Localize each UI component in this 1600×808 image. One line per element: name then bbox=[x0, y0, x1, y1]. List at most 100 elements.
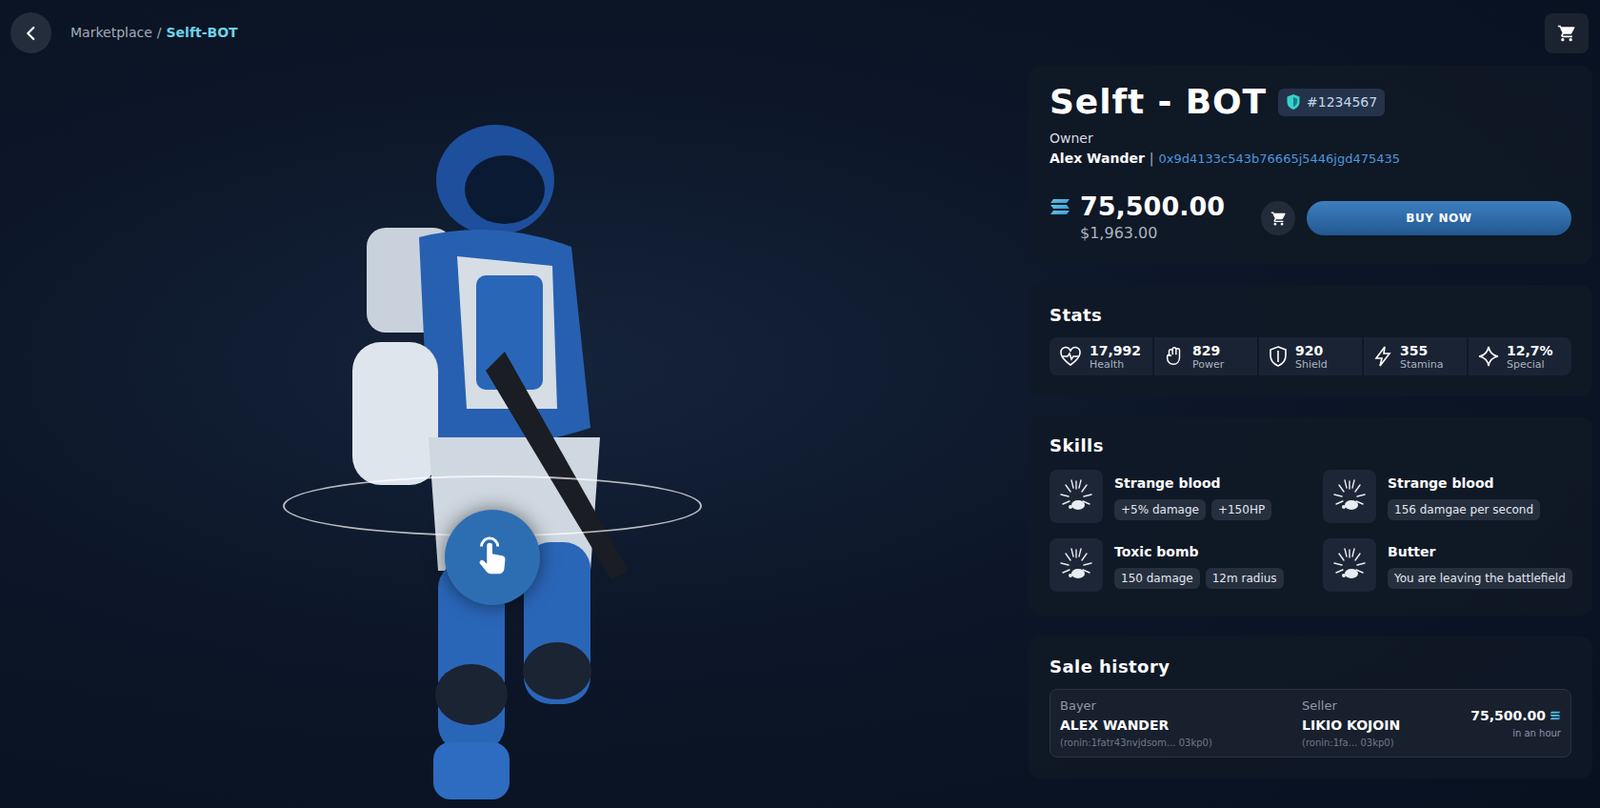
breadcrumb-link[interactable]: Marketplace bbox=[70, 22, 153, 43]
stat-value: 17,992 bbox=[1089, 343, 1141, 358]
back-button[interactable] bbox=[22, 24, 40, 42]
owner-row: Alex Wander|0x9d4133c543b76665j5446jgd47… bbox=[1049, 148, 1572, 169]
skill-tag: +5% damage bbox=[1114, 499, 1206, 520]
skill-burst-icon bbox=[1322, 469, 1377, 523]
owner-name[interactable]: Alex Wander bbox=[1049, 148, 1145, 169]
sale-row: BayerALEX WANDER(ronin:1fatr43nvjdsom...… bbox=[1049, 688, 1572, 758]
skill-tag: 12m radius bbox=[1205, 567, 1284, 589]
stat-special-icon bbox=[1478, 345, 1500, 367]
item-title: Selft - BOT bbox=[1049, 80, 1267, 123]
skill-burst-icon bbox=[1057, 545, 1096, 584]
sale-history-card: Sale history BayerALEX WANDER(ronin:1fatr… bbox=[1028, 636, 1593, 779]
skill-tags: 156 damgae per second bbox=[1387, 499, 1540, 520]
skills-card: SkillsStrange blood+5% damage+150HPStran… bbox=[1028, 417, 1593, 616]
buyer-cell: BayerALEX WANDER(ronin:1fatr43nvjdsom...… bbox=[1060, 696, 1302, 750]
character-figure-icon bbox=[314, 122, 667, 808]
character-figure-icon bbox=[314, 122, 667, 808]
add-to-cart-icon[interactable] bbox=[1270, 210, 1287, 227]
skill-item[interactable]: Butter You are leaving the battlefield bbox=[1322, 538, 1572, 592]
stat-value: 829 bbox=[1192, 343, 1224, 358]
stats-title: Stats bbox=[1049, 301, 1572, 328]
skill-item[interactable]: Toxic bomb 150 damage12m radius bbox=[1049, 538, 1299, 592]
touch-rotate-icon[interactable] bbox=[470, 535, 515, 580]
skill-name: Butter bbox=[1387, 541, 1572, 562]
buyer-label: Bayer bbox=[1060, 696, 1302, 716]
stat-label: Shield bbox=[1295, 359, 1328, 370]
stat-stamina-icon bbox=[1373, 345, 1393, 367]
top-bar: Marketplace/Selft-BOT bbox=[0, 0, 1600, 66]
sale-price: 75,500.00 bbox=[1470, 705, 1546, 726]
buyer-name: ALEX WANDER bbox=[1060, 715, 1302, 736]
stat-health-icon bbox=[1059, 345, 1082, 367]
skills-title: Skills bbox=[1049, 432, 1572, 459]
sale-time: in an hour bbox=[1512, 725, 1561, 740]
token-icon bbox=[1049, 198, 1071, 216]
skill-item[interactable]: Strange blood +5% damage+150HP bbox=[1049, 469, 1299, 523]
skill-tag: 150 damage bbox=[1114, 567, 1200, 589]
stat-text: 12,7%Special bbox=[1506, 343, 1554, 370]
skill-tag: You are leaving the battlefield bbox=[1387, 567, 1573, 589]
stat-label: Stamina bbox=[1400, 359, 1444, 370]
price: 75,500.00 bbox=[1080, 191, 1225, 222]
stat-cell: 12,7%Special bbox=[1468, 337, 1572, 376]
touch-rotate-icon[interactable] bbox=[444, 509, 540, 605]
skill-name: Strange blood bbox=[1387, 473, 1540, 494]
price-usd: $1,963.00 bbox=[1049, 221, 1250, 245]
sale-price-cell: 75,500.00in an hour bbox=[1470, 705, 1561, 740]
skill-item[interactable]: Strange blood 156 damgae per second bbox=[1322, 469, 1572, 523]
stat-label: Power bbox=[1192, 359, 1224, 370]
item-id: #1234567 bbox=[1306, 92, 1378, 113]
sale-price-line: 75,500.00 bbox=[1470, 705, 1561, 726]
stat-value: 355 bbox=[1400, 343, 1444, 358]
id-badge: #1234567 bbox=[1278, 88, 1385, 117]
stat-text: 920Shield bbox=[1295, 343, 1328, 370]
stat-cell: 355Stamina bbox=[1363, 337, 1467, 376]
buy-now-button[interactable]: BUY NOW bbox=[1306, 200, 1572, 236]
sale-history-title: Sale history bbox=[1049, 653, 1572, 680]
stat-cell: 829Power bbox=[1154, 337, 1258, 376]
skill-tag: +150HP bbox=[1211, 499, 1272, 520]
shield-icon bbox=[1285, 93, 1301, 111]
cart-icon[interactable] bbox=[1544, 13, 1589, 54]
stat-health-icon bbox=[1059, 345, 1082, 367]
stat-cell: 17,992Health bbox=[1049, 337, 1153, 376]
stat-special-icon bbox=[1478, 345, 1500, 367]
stat-text: 17,992Health bbox=[1089, 343, 1141, 370]
stats-card: Stats 17,992Health 829Power 920Shield 355Sta… bbox=[1028, 284, 1593, 397]
cart-icon[interactable] bbox=[1557, 23, 1577, 43]
character-viewer[interactable] bbox=[0, 65, 1029, 808]
item-card: Selft - BOT#1234567OwnerAlex Wander|0x9d… bbox=[1028, 65, 1593, 264]
owner-address[interactable]: 0x9d4133c543b76665j5446jgd475435 bbox=[1159, 149, 1401, 169]
main-area: Selft - BOT#1234567OwnerAlex Wander|0x9d… bbox=[0, 65, 1600, 808]
stat-text: 355Stamina bbox=[1400, 343, 1444, 370]
stat-label: Health bbox=[1089, 359, 1141, 370]
stat-shield-icon bbox=[1268, 345, 1288, 367]
breadcrumb: Marketplace/Selft-BOT bbox=[70, 22, 239, 43]
add-to-cart-icon[interactable] bbox=[1260, 200, 1296, 236]
price-block: 75,500.00$1,963.00 bbox=[1049, 191, 1250, 245]
details-panel: Selft - BOT#1234567OwnerAlex Wander|0x9d… bbox=[1028, 65, 1593, 808]
skill-burst-icon bbox=[1330, 477, 1369, 516]
skill-burst-icon bbox=[1330, 545, 1369, 584]
seller-label: Seller bbox=[1301, 696, 1471, 716]
token-icon bbox=[1549, 710, 1561, 720]
skill-burst-icon bbox=[1049, 469, 1103, 523]
shield-icon bbox=[1285, 93, 1301, 111]
back-button[interactable] bbox=[10, 12, 52, 54]
skills-grid: Strange blood+5% damage+150HPStrange blo… bbox=[1049, 469, 1572, 592]
stat-stamina-icon bbox=[1373, 345, 1393, 367]
stat-value: 920 bbox=[1295, 343, 1328, 358]
stat-shield-icon bbox=[1268, 345, 1288, 367]
title-row: Selft - BOT #1234567 bbox=[1049, 80, 1572, 123]
stat-value: 12,7% bbox=[1506, 343, 1554, 358]
stat-power-icon bbox=[1163, 345, 1185, 367]
breadcrumb-separator: / bbox=[157, 22, 162, 43]
price-row: 75,500.00$1,963.00 BUY NOW bbox=[1049, 191, 1572, 245]
breadcrumb-current: Selft-BOT bbox=[166, 22, 239, 43]
skill-name: Strange blood bbox=[1114, 473, 1272, 494]
skill-burst-icon bbox=[1057, 477, 1096, 516]
token-icon bbox=[1549, 710, 1561, 720]
skill-name: Toxic bomb bbox=[1114, 541, 1284, 562]
skill-text: Strange blood 156 damgae per second bbox=[1387, 473, 1540, 520]
stat-text: 829Power bbox=[1192, 343, 1224, 370]
